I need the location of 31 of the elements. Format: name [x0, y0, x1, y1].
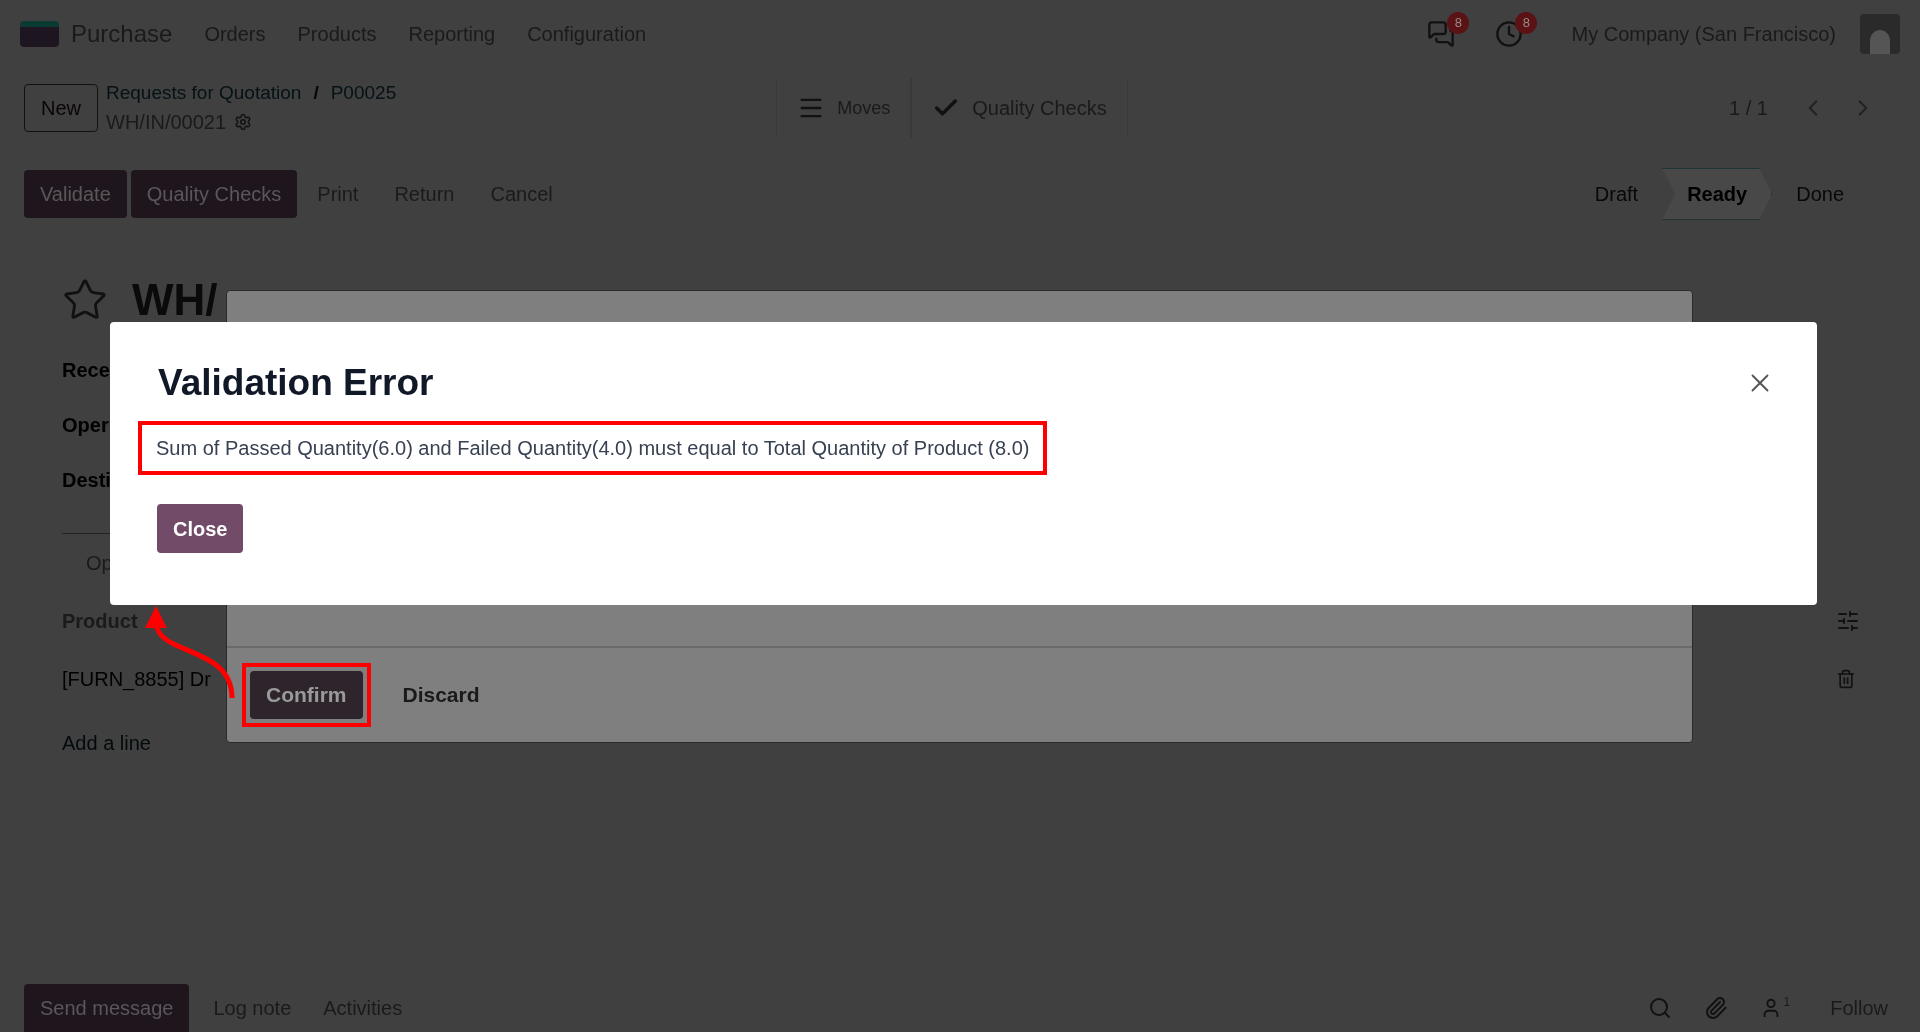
field-label: Oper	[62, 412, 109, 438]
breadcrumb-link[interactable]: Requests for Quotation	[106, 78, 302, 108]
add-line-link[interactable]: Add a line	[62, 728, 151, 758]
sliders-icon[interactable]	[1836, 609, 1860, 633]
chatter-button[interactable]: Send message	[24, 984, 190, 1032]
status-stage[interactable]: Draft	[1570, 168, 1663, 220]
paperclip-icon[interactable]	[1703, 996, 1728, 1020]
gear-icon[interactable]	[234, 113, 253, 132]
action-button[interactable]: Validate	[24, 170, 127, 218]
status-stage[interactable]: Ready	[1662, 168, 1773, 220]
breadcrumb-link[interactable]: P00025	[330, 78, 397, 108]
table-cell-text: [FURN_8855] Dr	[62, 667, 211, 693]
notification-badge: 8	[1447, 12, 1470, 34]
avatar[interactable]	[1860, 14, 1900, 54]
notification-badge: 8	[1515, 12, 1538, 34]
dialog-title: Validation Error	[158, 364, 434, 401]
close-button[interactable]: Close	[157, 504, 244, 553]
action-button[interactable]: Quality Checks	[130, 170, 298, 218]
status-stage[interactable]: Done	[1772, 168, 1868, 220]
chat-icon[interactable]	[1427, 20, 1456, 48]
discard-button[interactable]: Discard	[394, 671, 488, 719]
app-logo[interactable]	[20, 21, 59, 47]
clock-icon[interactable]	[1495, 20, 1524, 48]
trash-icon[interactable]	[1836, 669, 1856, 689]
field-label: Desti	[62, 467, 111, 493]
new-button[interactable]: New	[24, 84, 98, 132]
confirm-button[interactable]: Confirm	[250, 671, 363, 719]
field-label: Rece	[62, 357, 110, 383]
breadcrumb-separator: /	[313, 80, 319, 105]
search-icon[interactable]	[1647, 996, 1672, 1020]
error-message: Sum of Passed Quantity(6.0) and Failed Quantity(4.0) must equal to Total Quantity of Product (8.0)	[156, 437, 1030, 459]
